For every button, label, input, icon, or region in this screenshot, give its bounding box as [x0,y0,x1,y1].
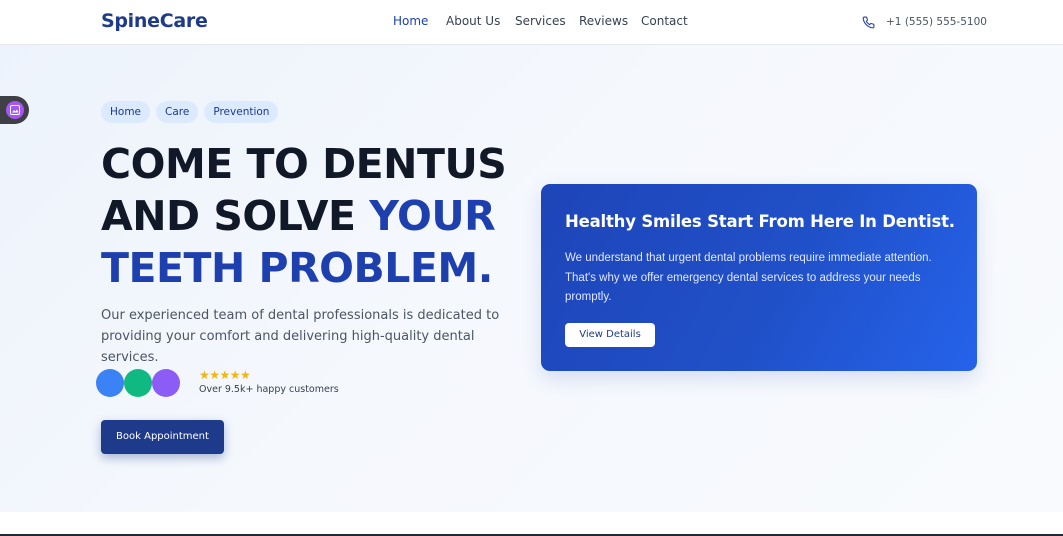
nav-contact[interactable]: Contact [641,14,688,28]
phone-icon [862,16,875,28]
side-widget-tab[interactable] [0,96,29,124]
breadcrumb-chips: Home Care Prevention [101,101,279,123]
phone-number: +1 (555) 555-5100 [886,16,987,28]
star-rating-icon: ★★★★★ [199,368,251,382]
customer-avatars [96,369,186,397]
site-header: SpineCare Home About Us Services Reviews… [0,0,1063,45]
title-line-3: TEETH PROBLEM. [101,244,493,292]
nav-home[interactable]: Home [393,14,428,28]
nav-reviews[interactable]: Reviews [579,14,628,28]
avatar [96,369,124,397]
customer-rating: ★★★★★ Over 9.5k+ happy customers [199,368,339,396]
phone-contact[interactable]: +1 (555) 555-5100 [862,14,987,30]
card-text: We understand that urgent dental problem… [565,252,932,303]
avatar [124,369,152,397]
chip-care[interactable]: Care [156,101,199,123]
nav-about-us[interactable]: About Us [446,14,500,28]
view-details-button[interactable]: View Details [565,323,655,347]
image-icon [10,105,20,115]
rating-text: Over 9.5k+ happy customers [199,384,339,395]
title-line-2b: YOUR [369,192,496,240]
book-appointment-button[interactable]: Book Appointment [101,420,224,454]
chip-home[interactable]: Home [101,101,151,123]
bottom-strip [0,512,1063,536]
chip-prevention[interactable]: Prevention [204,101,279,123]
widget-icon [6,101,24,119]
hero-title: COME TO DENTUS AND SOLVE YOUR TEETH PROB… [101,138,541,294]
title-line-1: COME TO DENTUS [101,140,507,188]
card-title: Healthy Smiles Start From Here In Dentis… [565,212,955,231]
hero-description: Our experienced team of dental professio… [101,308,500,365]
promo-card: Healthy Smiles Start From Here In Dentis… [541,184,977,371]
avatar [152,369,180,397]
title-line-2a: AND SOLVE [101,192,370,240]
nav-services[interactable]: Services [515,14,566,28]
